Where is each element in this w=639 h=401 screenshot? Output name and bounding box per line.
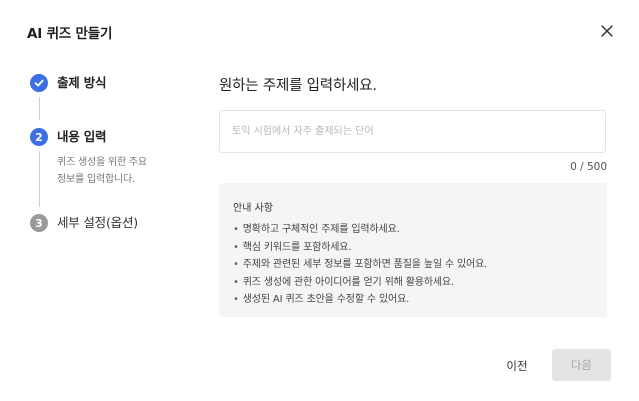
check-icon bbox=[34, 79, 44, 87]
step-1-label: 출제 방식 bbox=[57, 75, 107, 90]
close-button[interactable] bbox=[597, 21, 617, 41]
guide-title: 안내 사항 bbox=[233, 203, 273, 214]
step-connector bbox=[39, 151, 40, 207]
step-3-circle: 3 bbox=[30, 214, 48, 232]
close-icon bbox=[601, 25, 613, 37]
content-heading: 원하는 주제를 입력하세요. bbox=[219, 78, 377, 94]
step-1-circle bbox=[30, 74, 48, 92]
step-method: 출제 방식 bbox=[30, 74, 107, 92]
prev-button[interactable]: 이전 bbox=[497, 350, 537, 381]
step-content: 2 내용 입력 bbox=[30, 128, 107, 146]
step-settings: 3 세부 설정(옵션) bbox=[30, 214, 138, 232]
guide-item: 퀴즈 생성에 관한 아이디어를 얻기 위해 활용하세요. bbox=[233, 274, 593, 292]
guide-item: 생성된 AI 퀴즈 초안을 수정할 수 있어요. bbox=[233, 291, 593, 309]
guide-item: 핵심 키워드를 포함하세요. bbox=[233, 239, 593, 257]
guide-box: 안내 사항 명확하고 구체적인 주제를 입력하세요. 핵심 키워드를 포함하세요… bbox=[219, 183, 607, 317]
step-2-description: 퀴즈 생성을 위한 주요 정보를 입력합니다. bbox=[57, 154, 177, 188]
step-2-circle: 2 bbox=[30, 128, 48, 146]
dialog-title: AI 퀴즈 만들기 bbox=[27, 26, 113, 42]
step-3-label: 세부 설정(옵션) bbox=[57, 215, 138, 230]
step-connector bbox=[39, 97, 40, 120]
topic-input[interactable] bbox=[219, 110, 606, 153]
guide-item: 주제와 관련된 세부 정보를 포함하면 품질을 높일 수 있어요. bbox=[233, 256, 593, 274]
step-2-description-line: 퀴즈 생성을 위한 주요 bbox=[57, 157, 147, 168]
character-counter: 0 / 500 bbox=[570, 161, 607, 173]
step-2-description-line: 정보를 입력합니다. bbox=[57, 174, 135, 185]
guide-item: 명확하고 구체적인 주제를 입력하세요. bbox=[233, 221, 593, 239]
step-2-label: 내용 입력 bbox=[57, 129, 107, 144]
guide-list: 명확하고 구체적인 주제를 입력하세요. 핵심 키워드를 포함하세요. 주제와 … bbox=[233, 221, 593, 309]
next-button[interactable]: 다음 bbox=[552, 349, 611, 381]
